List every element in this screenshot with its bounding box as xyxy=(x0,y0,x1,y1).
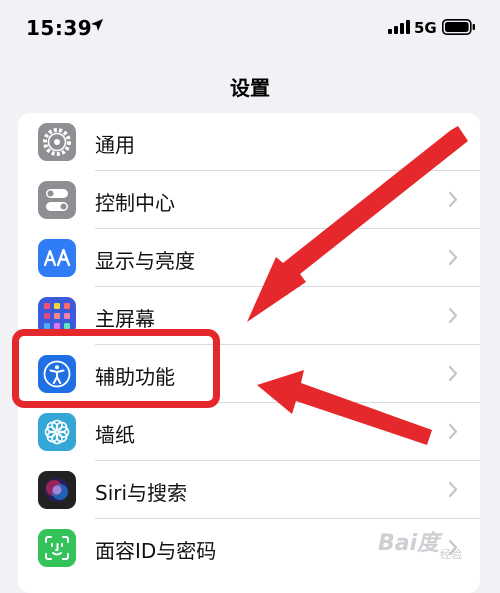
arrow-to-home-screen-icon xyxy=(247,126,468,322)
arrow-to-accessibility-icon xyxy=(257,370,432,445)
watermark-logo: Bai度 xyxy=(378,531,440,556)
annotation-arrows xyxy=(247,126,468,445)
watermark-sub: 经验 xyxy=(440,548,462,561)
